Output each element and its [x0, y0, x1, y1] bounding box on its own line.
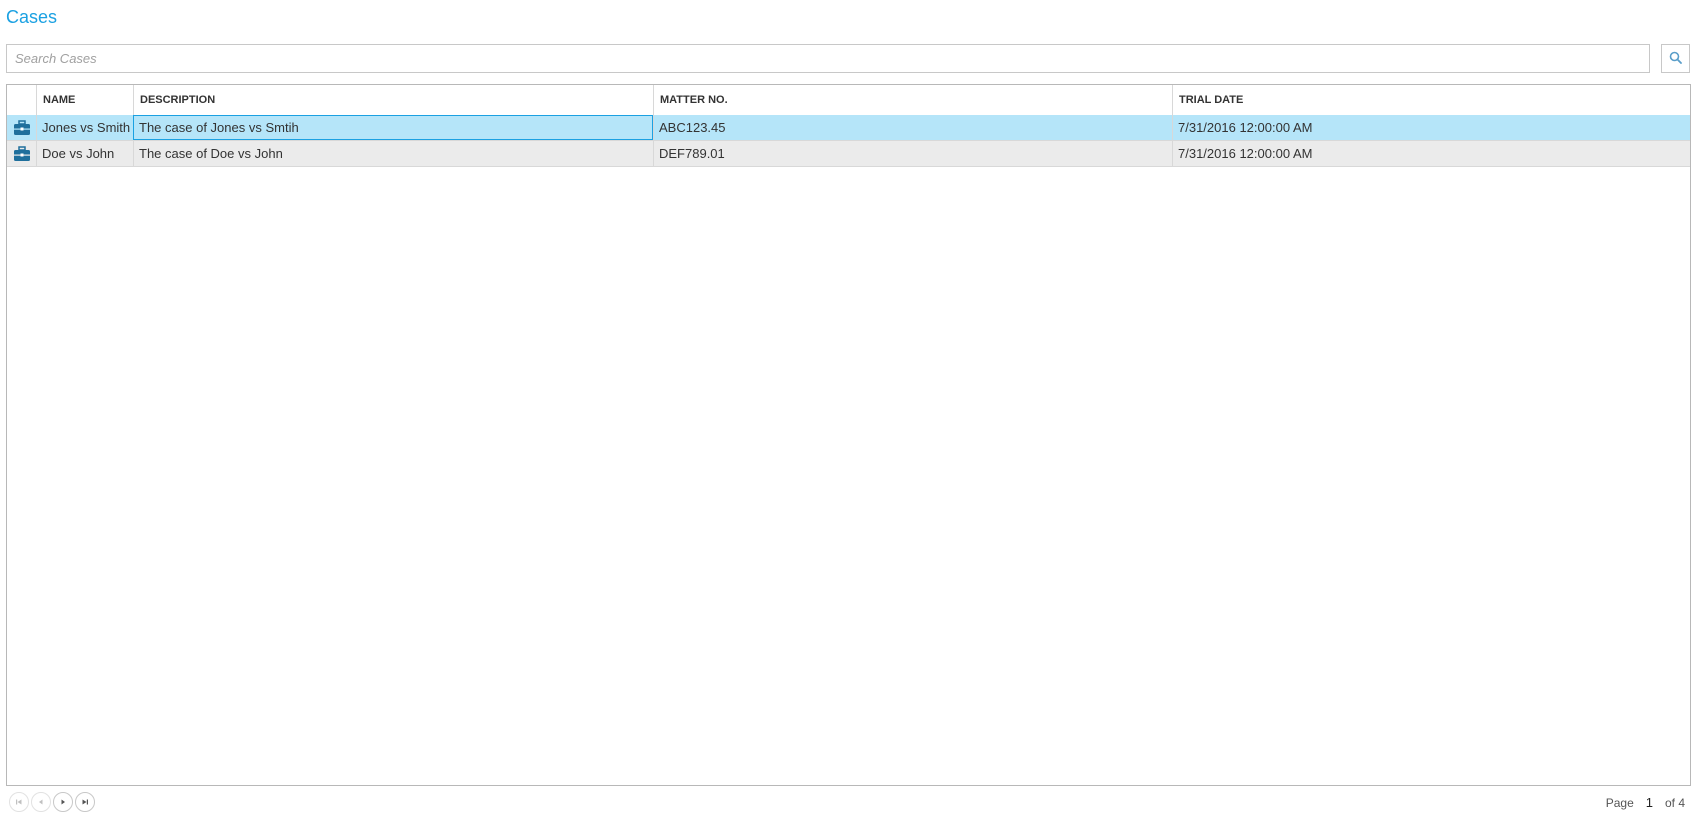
briefcase-icon: [7, 115, 36, 140]
page-title: Cases: [6, 7, 58, 27]
cell-matter-no[interactable]: DEF789.01: [653, 141, 1172, 166]
prev-page-icon: [39, 799, 43, 805]
first-page-icon: [16, 799, 22, 805]
page-count-label: of 4: [1664, 795, 1685, 810]
next-page-icon: [61, 799, 65, 805]
cell-description[interactable]: The case of Jones vs Smtih: [133, 115, 653, 140]
search-icon: [1669, 49, 1682, 68]
search-field[interactable]: [6, 44, 1650, 73]
cell-name[interactable]: Jones vs Smith: [36, 115, 133, 140]
cell-trial-date[interactable]: 7/31/2016 12:00:00 AM: [1172, 115, 1690, 140]
column-header-matter-no[interactable]: MATTER NO.: [653, 85, 1172, 115]
cell-matter-no[interactable]: ABC123.45: [653, 115, 1172, 140]
last-page-icon: [82, 799, 88, 805]
search-input[interactable]: [7, 45, 1649, 72]
current-page-input[interactable]: 1: [1640, 795, 1659, 810]
cases-grid: NAME DESCRIPTION MATTER NO. TRIAL DATE J…: [6, 84, 1691, 786]
prev-page-button[interactable]: [31, 792, 51, 812]
cell-trial-date[interactable]: 7/31/2016 12:00:00 AM: [1172, 141, 1690, 166]
column-header-icon: [7, 85, 36, 115]
table-row[interactable]: Doe vs John The case of Doe vs John DEF7…: [7, 141, 1690, 167]
next-page-button[interactable]: [53, 792, 73, 812]
last-page-button[interactable]: [75, 792, 95, 812]
table-row[interactable]: Jones vs Smith The case of Jones vs Smti…: [7, 115, 1690, 141]
pager-controls: [9, 792, 95, 814]
cell-name[interactable]: Doe vs John: [36, 141, 133, 166]
column-header-trial-date[interactable]: TRIAL DATE: [1172, 85, 1690, 115]
cell-description[interactable]: The case of Doe vs John: [133, 141, 653, 166]
column-header-name[interactable]: NAME: [36, 85, 133, 115]
page-indicator: Page 1 of 4: [1606, 795, 1685, 810]
search-button[interactable]: [1661, 44, 1690, 73]
page-label: Page: [1605, 795, 1634, 810]
column-header-description[interactable]: DESCRIPTION: [133, 85, 653, 115]
briefcase-icon: [7, 141, 36, 166]
grid-header: NAME DESCRIPTION MATTER NO. TRIAL DATE: [7, 85, 1690, 116]
first-page-button[interactable]: [9, 792, 29, 812]
